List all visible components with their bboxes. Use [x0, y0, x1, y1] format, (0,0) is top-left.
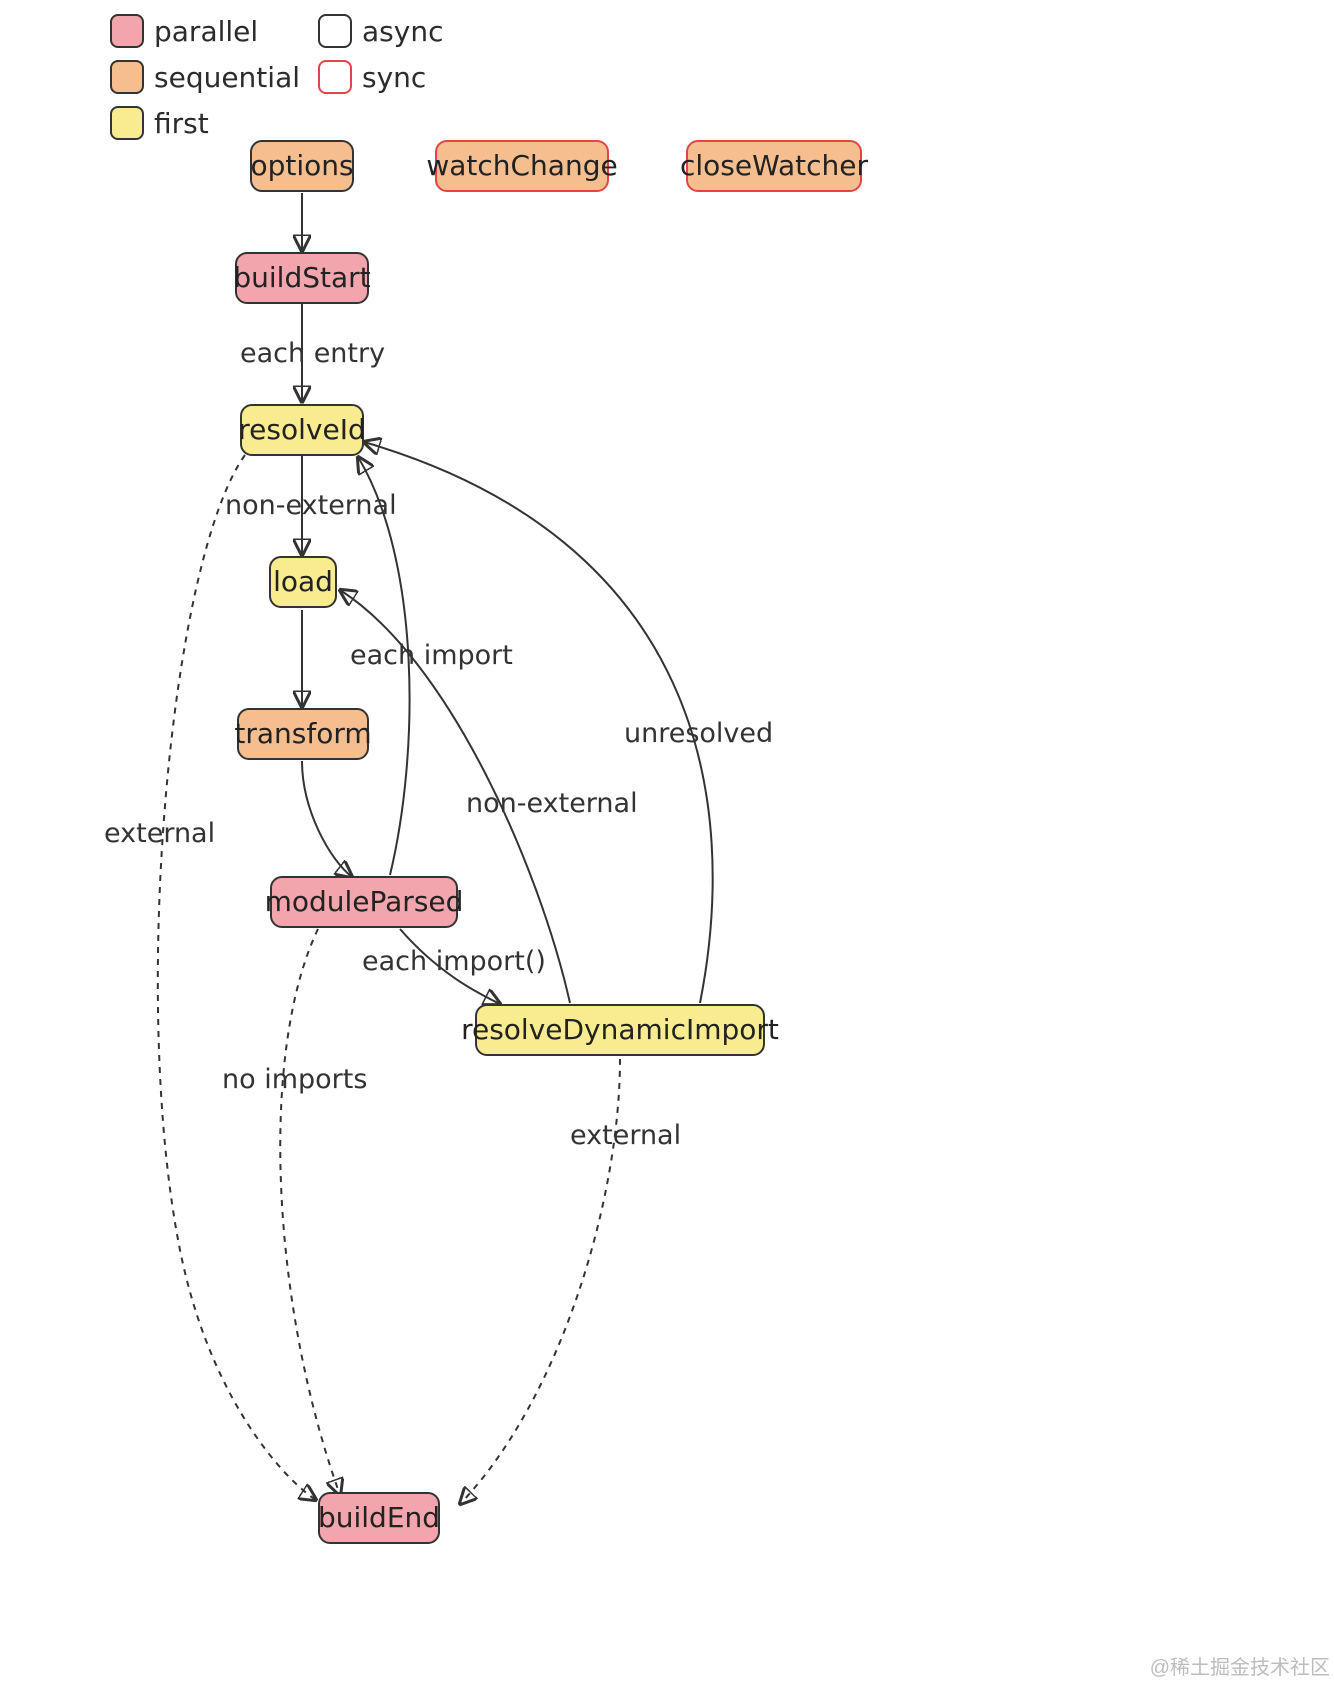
edgelabel-non-external-2: non-external [466, 788, 638, 819]
legend-label-sync: sync [362, 61, 426, 94]
node-resolveId-label: resolveId [238, 415, 365, 446]
node-watchChange: watchChange [435, 140, 609, 192]
legend-swatch-sync [318, 60, 352, 94]
node-resolveDynamicImport: resolveDynamicImport [475, 1004, 765, 1056]
legend-parallel: parallel [110, 14, 300, 48]
legend-swatch-first [110, 106, 144, 140]
legend-swatch-sequential [110, 60, 144, 94]
node-options: options [250, 140, 354, 192]
legend-sequential: sequential [110, 60, 300, 94]
node-load: load [269, 556, 337, 608]
edgelabel-non-external-1: non-external [225, 490, 397, 521]
node-load-label: load [273, 567, 333, 598]
legend-swatch-parallel [110, 14, 144, 48]
legend-col-1: parallel sequential first [110, 14, 300, 140]
edgelabel-each-entry: each entry [240, 338, 385, 369]
edgelabel-each-importfn: each import() [362, 946, 546, 977]
legend-async: async [318, 14, 443, 48]
legend-sync: sync [318, 60, 443, 94]
edge-transform-moduleParsed [302, 761, 352, 877]
edgelabel-no-imports: no imports [222, 1064, 367, 1095]
node-resolveId: resolveId [240, 404, 364, 456]
node-options-label: options [250, 151, 353, 182]
node-moduleParsed: moduleParsed [270, 876, 458, 928]
node-transform-label: transform [234, 719, 371, 750]
node-buildStart: buildStart [235, 252, 369, 304]
legend-label-sequential: sequential [154, 61, 300, 94]
node-closeWatcher-label: closeWatcher [680, 151, 868, 182]
node-moduleParsed-label: moduleParsed [265, 887, 464, 918]
watermark: @稀土掘金技术社区 [1150, 1651, 1330, 1680]
legend-label-first: first [154, 107, 209, 140]
edgelabel-external: external [104, 818, 215, 849]
edgelabel-unresolved: unresolved [624, 718, 773, 749]
node-closeWatcher: closeWatcher [686, 140, 862, 192]
edgelabel-each-import: each import [350, 640, 513, 671]
edge-moduleParsed-buildEnd [280, 929, 340, 1495]
legend-col-2: async sync [318, 14, 443, 140]
node-buildEnd-label: buildEnd [318, 1503, 440, 1534]
edge-resolveId-buildEnd [158, 455, 316, 1500]
node-transform: transform [237, 708, 369, 760]
legend-swatch-async [318, 14, 352, 48]
legend: parallel sequential first async sync [110, 14, 443, 140]
legend-label-async: async [362, 15, 443, 48]
node-watchChange-label: watchChange [426, 151, 617, 182]
node-buildEnd: buildEnd [318, 1492, 440, 1544]
legend-first: first [110, 106, 300, 140]
node-buildStart-label: buildStart [233, 263, 370, 294]
edgelabel-external-2: external [570, 1120, 681, 1151]
node-resolveDynamicImport-label: resolveDynamicImport [461, 1015, 779, 1046]
legend-label-parallel: parallel [154, 15, 258, 48]
